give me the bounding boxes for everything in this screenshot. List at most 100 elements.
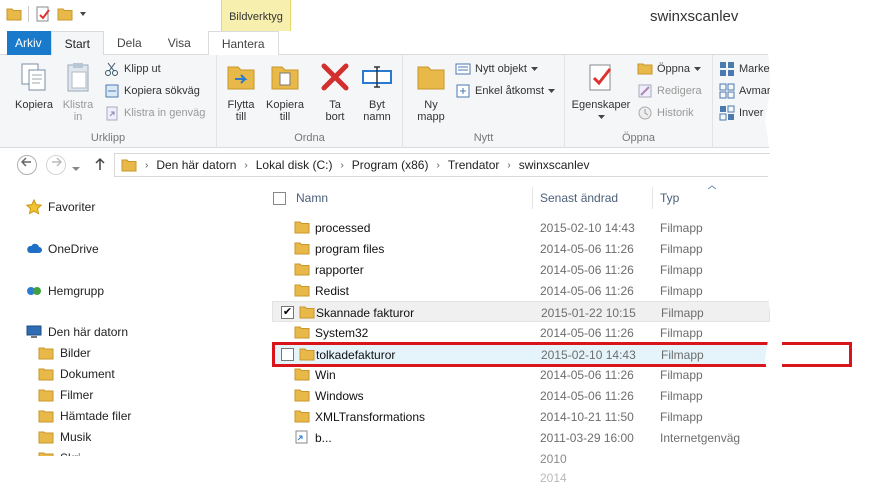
folder-icon: [6, 8, 22, 21]
chevron-down-icon: [694, 67, 702, 71]
address-bar[interactable]: › Den här datorn › Lokal disk (C:) › Pro…: [114, 153, 770, 177]
cloud-icon: [27, 243, 42, 253]
computer-icon: [26, 325, 42, 338]
breadcrumb-trendator[interactable]: Trendator: [448, 158, 500, 172]
copy-to-button[interactable]: Kopiera till: [263, 61, 307, 123]
breadcrumb-separator: ›: [340, 159, 344, 171]
file-row[interactable]: rapporter 2014-05-06 11:26 Filmapp: [272, 259, 770, 280]
column-divider[interactable]: [652, 187, 653, 209]
breadcrumb-this-pc[interactable]: Den här datorn: [156, 158, 236, 172]
history-button[interactable]: Historik: [637, 103, 694, 123]
chevron-down-icon: [548, 89, 556, 93]
row-checkbox[interactable]: ✔: [281, 306, 294, 319]
tab-view[interactable]: Visa: [155, 31, 204, 55]
breadcrumb-separator: ›: [145, 159, 149, 171]
file-row[interactable]: Redist 2014-05-06 11:26 Filmapp: [272, 280, 770, 301]
nav-homegroup[interactable]: Hemgrupp: [26, 283, 104, 299]
file-row[interactable]: XMLTransformations 2014-10-21 11:50 Film…: [272, 406, 770, 427]
group-clipboard: Kopiera Klistra in Klipp ut Kopiera sökv…: [0, 55, 217, 148]
copy-path-button[interactable]: Kopiera sökväg: [104, 81, 200, 101]
folder-icon: [38, 410, 54, 423]
folder-icon: [294, 368, 310, 381]
new-item-button[interactable]: Nytt objekt: [455, 59, 538, 79]
group-organize: Flytta till Kopiera till Ta bort Byt nam…: [217, 55, 403, 148]
properties-check-icon: [589, 64, 612, 91]
paste-button[interactable]: Klistra in: [56, 61, 100, 123]
breadcrumb-separator: ›: [436, 159, 440, 171]
folder-icon: [294, 326, 310, 339]
nav-favorites[interactable]: Favoriter: [26, 199, 95, 215]
contextual-tab-header: Bildverktyg: [221, 0, 291, 31]
file-row[interactable]: Win 2014-05-06 11:26 Filmapp: [272, 364, 770, 385]
tab-manage[interactable]: Hantera: [207, 31, 279, 55]
breadcrumb-swinxscanlev[interactable]: swinxscanlev: [519, 158, 590, 172]
new-folder-big-icon: [417, 66, 445, 90]
folder-icon: [299, 306, 315, 319]
tab-file[interactable]: Arkiv: [7, 31, 51, 55]
torn-edge: [764, 0, 782, 490]
nav-movies[interactable]: Filmer: [38, 387, 93, 403]
select-all-checkbox[interactable]: [273, 192, 286, 205]
file-row[interactable]: Windows 2014-05-06 11:26 Filmapp: [272, 385, 770, 406]
invert-selection-button[interactable]: Inver: [719, 103, 763, 123]
edit-button[interactable]: Redigera: [637, 81, 702, 101]
up-button[interactable]: [94, 157, 106, 174]
properties-icon[interactable]: [35, 6, 51, 22]
nav-this-pc[interactable]: Den här datorn: [26, 324, 128, 340]
recent-locations-button[interactable]: [72, 161, 80, 175]
column-name[interactable]: Namn: [296, 191, 328, 205]
cut-button[interactable]: Klipp ut: [104, 59, 161, 79]
breadcrumb-local-disk[interactable]: Lokal disk (C:): [256, 158, 333, 172]
nav-music[interactable]: Musik: [38, 429, 91, 445]
delete-button[interactable]: Ta bort: [313, 61, 357, 123]
scissors-icon: [105, 62, 118, 76]
forward-button[interactable]: [46, 155, 66, 175]
chevron-down-icon: [597, 115, 605, 119]
file-row[interactable]: program files 2014-05-06 11:26 Filmapp: [272, 238, 770, 259]
tab-share[interactable]: Dela: [104, 31, 155, 55]
invert-selection-icon: [719, 105, 735, 121]
column-divider[interactable]: [532, 187, 533, 209]
move-folder-icon: [227, 66, 255, 90]
move-to-button[interactable]: Flytta till: [219, 61, 263, 123]
nav-pictures[interactable]: Bilder: [38, 345, 91, 361]
nav-downloads[interactable]: Hämtade filer: [38, 408, 131, 424]
folder-icon: [294, 263, 310, 276]
navigation-pane: Favoriter OneDrive Hemgrupp Den här dato…: [0, 183, 262, 465]
nav-documents[interactable]: Dokument: [38, 366, 115, 382]
faded-date: 2014: [540, 471, 567, 485]
copy-button[interactable]: Kopiera: [12, 61, 56, 111]
new-folder-button[interactable]: Ny mapp: [409, 61, 453, 123]
group-label-organize: Ordna: [294, 132, 325, 144]
column-modified[interactable]: Senast ändrad: [540, 191, 618, 205]
copy-folder-icon: [271, 66, 299, 90]
homegroup-icon: [27, 287, 41, 295]
rename-icon: [362, 66, 392, 88]
breadcrumb-program-files[interactable]: Program (x86): [352, 158, 429, 172]
rename-button[interactable]: Byt namn: [355, 61, 399, 123]
new-folder-icon[interactable]: [57, 7, 73, 21]
tab-start[interactable]: Start: [50, 31, 105, 56]
folder-icon: [294, 389, 310, 402]
file-row[interactable]: b... 2011-03-29 16:00 Internetgenväg: [272, 427, 770, 448]
easy-access-button[interactable]: Enkel åtkomst: [455, 81, 556, 101]
star-icon: [26, 199, 42, 215]
chevron-down-icon: [530, 67, 538, 71]
back-button[interactable]: [17, 155, 37, 175]
ribbon-tabs: Arkiv Start Dela Visa Hantera: [0, 31, 770, 56]
internet-shortcut-icon: [295, 430, 308, 444]
delete-x-icon: [321, 63, 349, 91]
folder-icon: [38, 389, 54, 402]
properties-button[interactable]: Egenskaper: [567, 61, 635, 123]
file-row[interactable]: processed 2015-02-10 14:43 Filmapp: [272, 217, 770, 238]
file-row[interactable]: ✔ Skannade fakturor 2015-01-22 10:15 Fil…: [272, 301, 770, 322]
paste-shortcut-button[interactable]: Klistra in genväg: [104, 103, 205, 123]
folder-icon: [38, 368, 54, 381]
open-button[interactable]: Öppna: [637, 59, 702, 79]
file-row[interactable]: System32 2014-05-06 11:26 Filmapp: [272, 322, 770, 343]
chevron-down-icon: [72, 167, 80, 171]
column-type[interactable]: Typ: [660, 191, 679, 205]
nav-onedrive[interactable]: OneDrive: [26, 241, 99, 257]
chevron-down-icon[interactable]: [79, 10, 87, 18]
forward-arrow-icon: [52, 157, 63, 167]
